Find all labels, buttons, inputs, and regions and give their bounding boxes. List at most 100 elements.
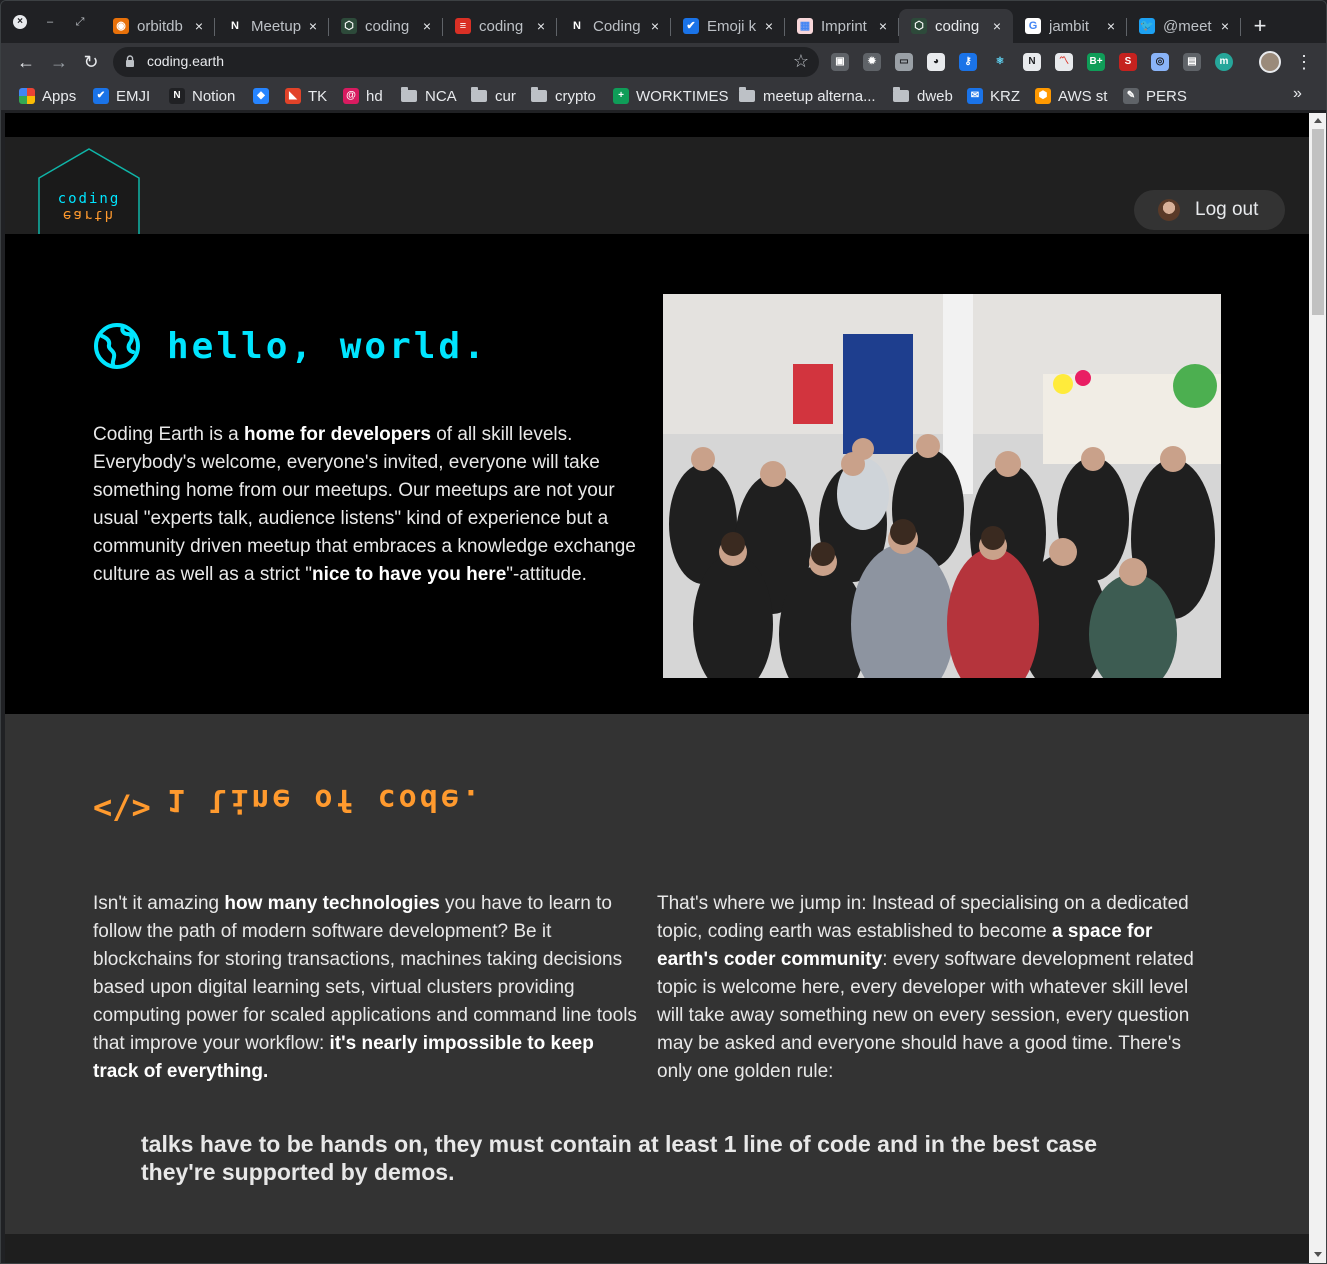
extension-react-icon[interactable]: ⚛	[991, 53, 1009, 71]
bookmark-label: Notion	[192, 87, 236, 105]
extension-ring-icon[interactable]: ◎	[1151, 53, 1169, 71]
bookmark-item[interactable]: dweb	[893, 85, 953, 107]
browser-tab[interactable]: N Meetup ×	[215, 9, 329, 43]
browser-tab[interactable]: ⬡ coding ×	[329, 9, 443, 43]
tab-close-icon[interactable]: ×	[533, 18, 549, 34]
browser-menu-icon[interactable]: ⋮	[1295, 51, 1313, 73]
bookmark-label: WORKTIMES	[636, 87, 729, 105]
bookmark-label: cur	[495, 87, 516, 105]
bookmark-label: KRZ	[990, 87, 1020, 105]
tab-close-icon[interactable]: ×	[1103, 18, 1119, 34]
bookmark-item[interactable]: ⬢ AWS st	[1035, 85, 1107, 107]
bookmarks-bar: Apps ✔ EMJI N Notion ◆ ◣ TK @ hd NCA cur crypto + WORK…	[1, 81, 1326, 111]
bookmark-label: meetup alterna...	[763, 87, 876, 105]
bookmark-item[interactable]: ✉ KRZ	[967, 85, 1020, 107]
bookmark-label: NCA	[425, 87, 457, 105]
bookmark-item[interactable]: Apps	[19, 85, 76, 107]
browser-tab[interactable]: ⬡ coding ×	[899, 9, 1013, 43]
extension-seo-icon[interactable]: S	[1119, 53, 1137, 71]
bookmark-label: hd	[366, 87, 383, 105]
tab-close-icon[interactable]: ×	[1217, 18, 1233, 34]
window-maximize-button[interactable]: ⤢	[73, 15, 87, 29]
scroll-down-arrow-icon[interactable]	[1314, 1252, 1322, 1257]
forward-button[interactable]: →	[48, 51, 70, 73]
extension-gear-icon[interactable]: ✹	[863, 53, 881, 71]
globe-icon	[94, 323, 140, 369]
extension-card-icon[interactable]: ▭	[895, 53, 913, 71]
tab-close-icon[interactable]: ×	[191, 18, 207, 34]
extension-notion-icon[interactable]: N	[1023, 53, 1041, 71]
page-viewport: coding earth Log out hello, world. Codin…	[5, 113, 1309, 1263]
bookmark-label: PERS	[1146, 87, 1187, 105]
browser-tab[interactable]: Gjambit ×	[1013, 9, 1127, 43]
tab-close-icon[interactable]: ×	[305, 18, 321, 34]
logo-text-top: coding	[58, 191, 121, 207]
bookmark-item[interactable]: N Notion	[169, 85, 235, 107]
bookmark-item[interactable]: meetup alterna...	[739, 85, 876, 107]
back-button[interactable]: ←	[15, 51, 37, 73]
tab-favicon-icon: ⬡	[911, 18, 927, 34]
extension-cube-icon[interactable]: ▣	[831, 53, 849, 71]
extension-window-icon[interactable]: ▤	[1183, 53, 1201, 71]
tab-favicon-icon: ▦	[797, 18, 813, 34]
bookmark-label: EMJI	[116, 87, 151, 105]
browser-tab[interactable]: ✔ Emoji k ×	[671, 9, 785, 43]
scroll-up-arrow-icon[interactable]	[1314, 118, 1322, 123]
bookmark-favicon-icon: ✉	[967, 88, 983, 104]
golden-rule-quote: talks have to be hands on, they must con…	[141, 1131, 1098, 1185]
hero-section: hello, world. Coding Earth is a home for…	[5, 234, 1309, 714]
site-header: coding earth Log out	[5, 137, 1309, 266]
tab-favicon-icon: N	[227, 18, 243, 34]
profile-avatar[interactable]	[1259, 51, 1281, 73]
scrollbar-thumb[interactable]	[1312, 129, 1324, 315]
extension-key-icon[interactable]: ⚷	[959, 53, 977, 71]
meetup-photo	[663, 294, 1221, 678]
next-section-edge	[5, 1234, 1309, 1263]
tab-title: Emoji k	[707, 17, 757, 35]
tab-favicon-icon: ◉	[113, 18, 129, 34]
bookmarks-overflow-button[interactable]: »	[1293, 85, 1302, 103]
bookmark-item[interactable]: ◆	[253, 85, 276, 107]
tab-title: orbitdb	[137, 17, 183, 35]
page-scrollbar[interactable]	[1309, 113, 1326, 1263]
browser-tab[interactable]: 🐦 @meet ×	[1127, 9, 1241, 43]
browser-tab[interactable]: ◉ orbitdb ×	[101, 9, 215, 43]
extension-chart-icon[interactable]: 〽	[1055, 53, 1073, 71]
right-column-text: That's where we jump in: Instead of spec…	[657, 893, 1194, 1082]
bookmark-item[interactable]: + WORKTIMES	[613, 85, 729, 107]
tab-title: coding	[935, 17, 980, 35]
folder-icon	[471, 87, 487, 102]
tab-close-icon[interactable]: ×	[875, 18, 891, 34]
window-minimize-button[interactable]: –	[43, 15, 57, 29]
bookmark-item[interactable]: ◣ TK	[285, 85, 327, 107]
extension-fox-icon[interactable]: ◕	[927, 53, 945, 71]
hero-paragraph: Coding Earth is a home for developers of…	[93, 424, 636, 585]
logout-button[interactable]: Log out	[1134, 190, 1285, 230]
bookmark-item[interactable]: cur	[471, 85, 516, 107]
browser-tab[interactable]: ▦ Imprint ×	[785, 9, 899, 43]
address-bar[interactable]: coding.earth ☆	[113, 47, 819, 77]
window-close-button[interactable]: ×	[13, 15, 27, 29]
bookmark-item[interactable]: crypto	[531, 85, 596, 107]
bookmark-star-icon[interactable]: ☆	[793, 51, 809, 72]
bookmark-item[interactable]: @ hd	[343, 85, 383, 107]
tab-favicon-icon: G	[1025, 18, 1041, 34]
left-column-text: Isn't it amazing how many technologies y…	[93, 893, 637, 1082]
bookmark-favicon-icon: @	[343, 88, 359, 104]
tab-close-icon[interactable]: ×	[989, 18, 1005, 34]
browser-tab[interactable]: ≡ coding ×	[443, 9, 557, 43]
extension-bplus-icon[interactable]: B+	[1087, 53, 1105, 71]
bookmark-item[interactable]: NCA	[401, 85, 457, 107]
tab-close-icon[interactable]: ×	[647, 18, 663, 34]
bookmark-item[interactable]: ✎ PERS	[1123, 85, 1187, 107]
bookmark-item[interactable]: ✔ EMJI	[93, 85, 150, 107]
folder-icon	[739, 87, 755, 102]
tab-close-icon[interactable]: ×	[419, 18, 435, 34]
extension-m-icon[interactable]: m	[1215, 53, 1233, 71]
new-tab-button[interactable]: +	[1249, 15, 1271, 37]
browser-tab[interactable]: N Coding ×	[557, 9, 671, 43]
tab-favicon-icon: ≡	[455, 18, 471, 34]
browser-toolbar: ← → ↻ coding.earth ☆ ▣ ✹ ▭ ◕ ⚷ ⚛ N 〽 B+ …	[1, 43, 1326, 81]
reload-button[interactable]: ↻	[80, 51, 102, 73]
tab-close-icon[interactable]: ×	[761, 18, 777, 34]
